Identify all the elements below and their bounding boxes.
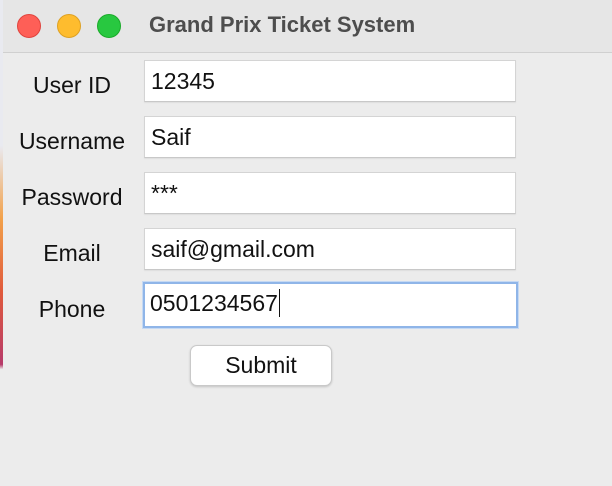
email-field[interactable]: saif@gmail.com bbox=[144, 228, 516, 270]
submit-button[interactable]: Submit bbox=[190, 345, 332, 386]
user-id-field[interactable]: 12345 bbox=[144, 60, 516, 102]
title-bar[interactable]: Grand Prix Ticket System bbox=[3, 0, 612, 53]
username-label: Username bbox=[18, 128, 126, 154]
phone-label: Phone bbox=[38, 296, 106, 322]
user-id-label: User ID bbox=[33, 72, 111, 98]
phone-field-value: 0501234567 bbox=[150, 290, 278, 316]
maximize-window-button[interactable] bbox=[97, 14, 121, 38]
window-title: Grand Prix Ticket System bbox=[149, 12, 416, 37]
minimize-window-button[interactable] bbox=[57, 14, 81, 38]
phone-field[interactable]: 0501234567 bbox=[143, 282, 518, 328]
text-cursor bbox=[278, 288, 280, 317]
close-window-button[interactable] bbox=[17, 14, 41, 38]
password-field[interactable]: *** bbox=[144, 172, 516, 214]
email-label: Email bbox=[43, 240, 101, 266]
username-field[interactable]: Saif bbox=[144, 116, 516, 158]
app-window: Grand Prix Ticket System User ID 12345 U… bbox=[3, 0, 612, 486]
password-label: Password bbox=[21, 184, 123, 210]
